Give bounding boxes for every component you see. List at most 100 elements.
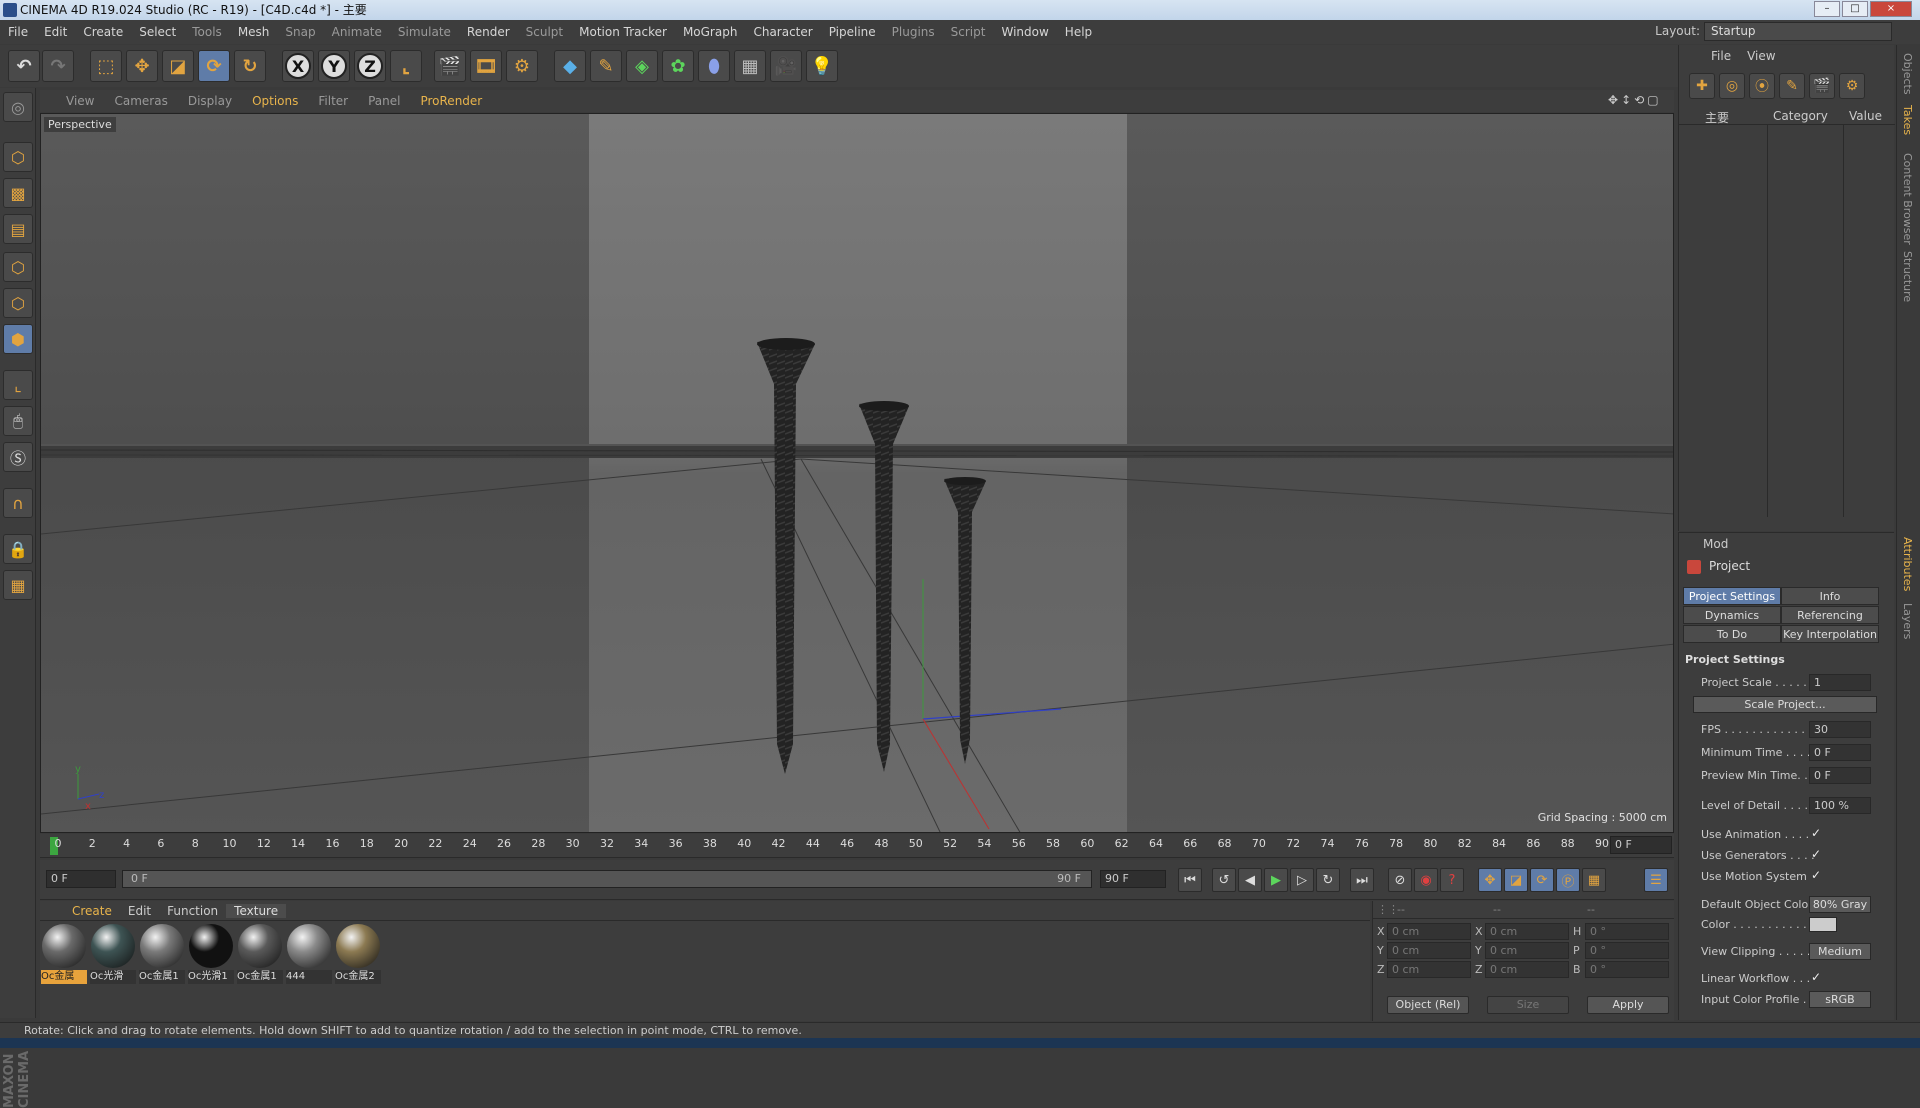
layout-select[interactable]: Startup [1704,22,1892,41]
key-scale-button[interactable]: ◪ [1504,868,1528,892]
render-view-button[interactable]: 🎬 [434,50,466,82]
viewport-menu-filter[interactable]: Filter [308,94,358,108]
om-column-value[interactable]: Value [1849,109,1882,123]
viewport-menu-display[interactable]: Display [178,94,242,108]
input-color-profile-dropdown[interactable]: sRGB [1809,991,1871,1008]
menu-tools[interactable]: Tools [184,25,230,39]
om-render-icon[interactable]: 🎬 [1809,73,1835,99]
coord-rotation-field[interactable]: 0 ° [1585,961,1669,978]
viewport-menu-view[interactable]: View [56,94,104,108]
om-target-icon[interactable]: ◎ [1719,73,1745,99]
floor-button[interactable]: ▦ [734,50,766,82]
x-axis-button[interactable]: X [282,50,314,82]
rotate-button[interactable]: ⟳ [198,50,230,82]
make-editable-button[interactable]: ◎ [3,92,33,122]
previous-frame-button[interactable]: ◀ [1238,868,1262,892]
min-time-field[interactable]: 0 F [1809,744,1871,761]
default-object-color-dropdown[interactable]: 80% Gray [1809,896,1871,913]
start-frame-field[interactable]: 0 F [46,870,116,888]
pan-icon[interactable]: ✥ [1608,93,1621,107]
coord-position-field[interactable]: 0 cm [1387,923,1471,940]
menu-plugins[interactable]: Plugins [884,25,943,39]
scale-button[interactable]: ◪ [162,50,194,82]
coord-size-field[interactable]: 0 cm [1485,923,1569,940]
use-generators-checkbox[interactable]: ✓ [1811,847,1821,861]
timeline-ruler[interactable]: 0 2 4 6 8 10 12 14 16 18 20 22 24 26 28 30 32 34 36 38 40 42 4… [40,834,1674,858]
tab-project-settings[interactable]: Project Settings [1683,587,1781,605]
texture-mode-button[interactable]: ▩ [3,178,33,208]
menu-simulate[interactable]: Simulate [390,25,459,39]
om-column-name[interactable]: 主要 [1705,109,1729,126]
material-menu-function[interactable]: Function [159,904,226,918]
side-tab-takes[interactable]: Takes [1901,105,1914,135]
menu-select[interactable]: Select [131,25,184,39]
menu-mesh[interactable]: Mesh [230,25,278,39]
scale-project-button[interactable]: Scale Project... [1693,696,1877,713]
minimize-button[interactable]: – [1814,1,1840,17]
maximize-view-icon[interactable]: ▢ [1647,93,1661,107]
maximize-button[interactable]: □ [1842,1,1868,17]
camera-label[interactable]: Perspective [44,117,116,132]
go-to-end-button[interactable]: ⏭ [1350,868,1374,892]
coord-mode-dropdown[interactable]: Object (Rel) [1387,996,1469,1014]
coord-size-dropdown[interactable]: Size [1487,996,1569,1014]
side-tab-objects[interactable]: Objects [1901,53,1914,95]
level-of-detail-field[interactable]: 100 % [1809,797,1871,814]
z-axis-button[interactable]: Z [354,50,386,82]
tab-dynamics[interactable]: Dynamics [1683,606,1781,624]
solo-button[interactable]: Ⓢ [3,442,33,472]
timeline-button[interactable]: ☰ [1644,868,1668,892]
menu-render[interactable]: Render [459,25,518,39]
y-axis-button[interactable]: Y [318,50,350,82]
use-animation-checkbox[interactable]: ✓ [1811,826,1821,840]
menu-character[interactable]: Character [745,25,820,39]
lock-workplane-button[interactable]: 🔒 [3,534,33,564]
object-list[interactable] [1679,125,1895,517]
om-column-category[interactable]: Category [1773,109,1828,123]
menu-window[interactable]: Window [993,25,1056,39]
previous-key-button[interactable]: ↺ [1212,868,1236,892]
project-scale-field[interactable]: 1 [1809,674,1871,691]
tab-to-do[interactable]: To Do [1683,625,1781,643]
coord-position-field[interactable]: 0 cm [1387,961,1471,978]
material-swatch[interactable]: Oc光滑 [90,923,136,986]
coord-size-field[interactable]: 0 cm [1485,961,1569,978]
next-frame-button[interactable]: ▷ [1290,868,1314,892]
om-add-icon[interactable]: ✚ [1689,73,1715,99]
material-swatch[interactable]: Oc金属 [41,923,87,986]
use-motion-system-checkbox[interactable]: ✓ [1811,868,1821,882]
coord-rotation-field[interactable]: 0 ° [1585,923,1669,940]
fps-field[interactable]: 30 [1809,721,1871,738]
material-swatch[interactable]: Oc金属1 [237,923,283,986]
material-menu-texture[interactable]: Texture [226,903,287,918]
orbit-icon[interactable]: ⟲ [1634,93,1647,107]
menu-snap[interactable]: Snap [277,25,323,39]
linear-workflow-checkbox[interactable]: ✓ [1811,970,1821,984]
side-tab-attributes[interactable]: Attributes [1901,537,1914,591]
go-to-start-button[interactable]: ⏮ [1178,868,1202,892]
coord-size-field[interactable]: 0 cm [1485,942,1569,959]
side-tab-structure[interactable]: Structure [1901,251,1914,302]
subdivision-button[interactable]: ◈ [626,50,658,82]
side-tab-layers[interactable]: Layers [1901,603,1914,639]
om-menu-file[interactable]: File [1703,49,1739,63]
menu-mograph[interactable]: MoGraph [675,25,746,39]
close-button[interactable]: × [1870,1,1912,17]
side-tab-content-browser[interactable]: Content Browser [1901,153,1914,245]
menu-file[interactable]: File [0,25,36,39]
zoom-icon[interactable]: ↕ [1621,93,1634,107]
play-button[interactable]: ▶ [1264,868,1288,892]
menu-pipeline[interactable]: Pipeline [821,25,884,39]
viewport-menu-panel[interactable]: Panel [358,94,410,108]
color-swatch[interactable] [1809,917,1837,932]
undo-button[interactable]: ↶ [8,50,40,82]
viewport-navigation[interactable]: ✥↕⟲▢ [1608,93,1662,107]
edges-mode-button[interactable]: ⬡ [3,288,33,318]
key-rotation-button[interactable]: ⟳ [1530,868,1554,892]
material-swatch[interactable]: Oc金属1 [139,923,185,986]
menu-help[interactable]: Help [1057,25,1100,39]
viewport-perspective[interactable]: y x z Perspective Grid Spacing : 5000 cm [40,113,1674,833]
coordinate-system-button[interactable]: ⌞ [390,50,422,82]
menu-motion-tracker[interactable]: Motion Tracker [571,25,675,39]
tweak-mode-button[interactable]: 🖱 [3,406,33,436]
